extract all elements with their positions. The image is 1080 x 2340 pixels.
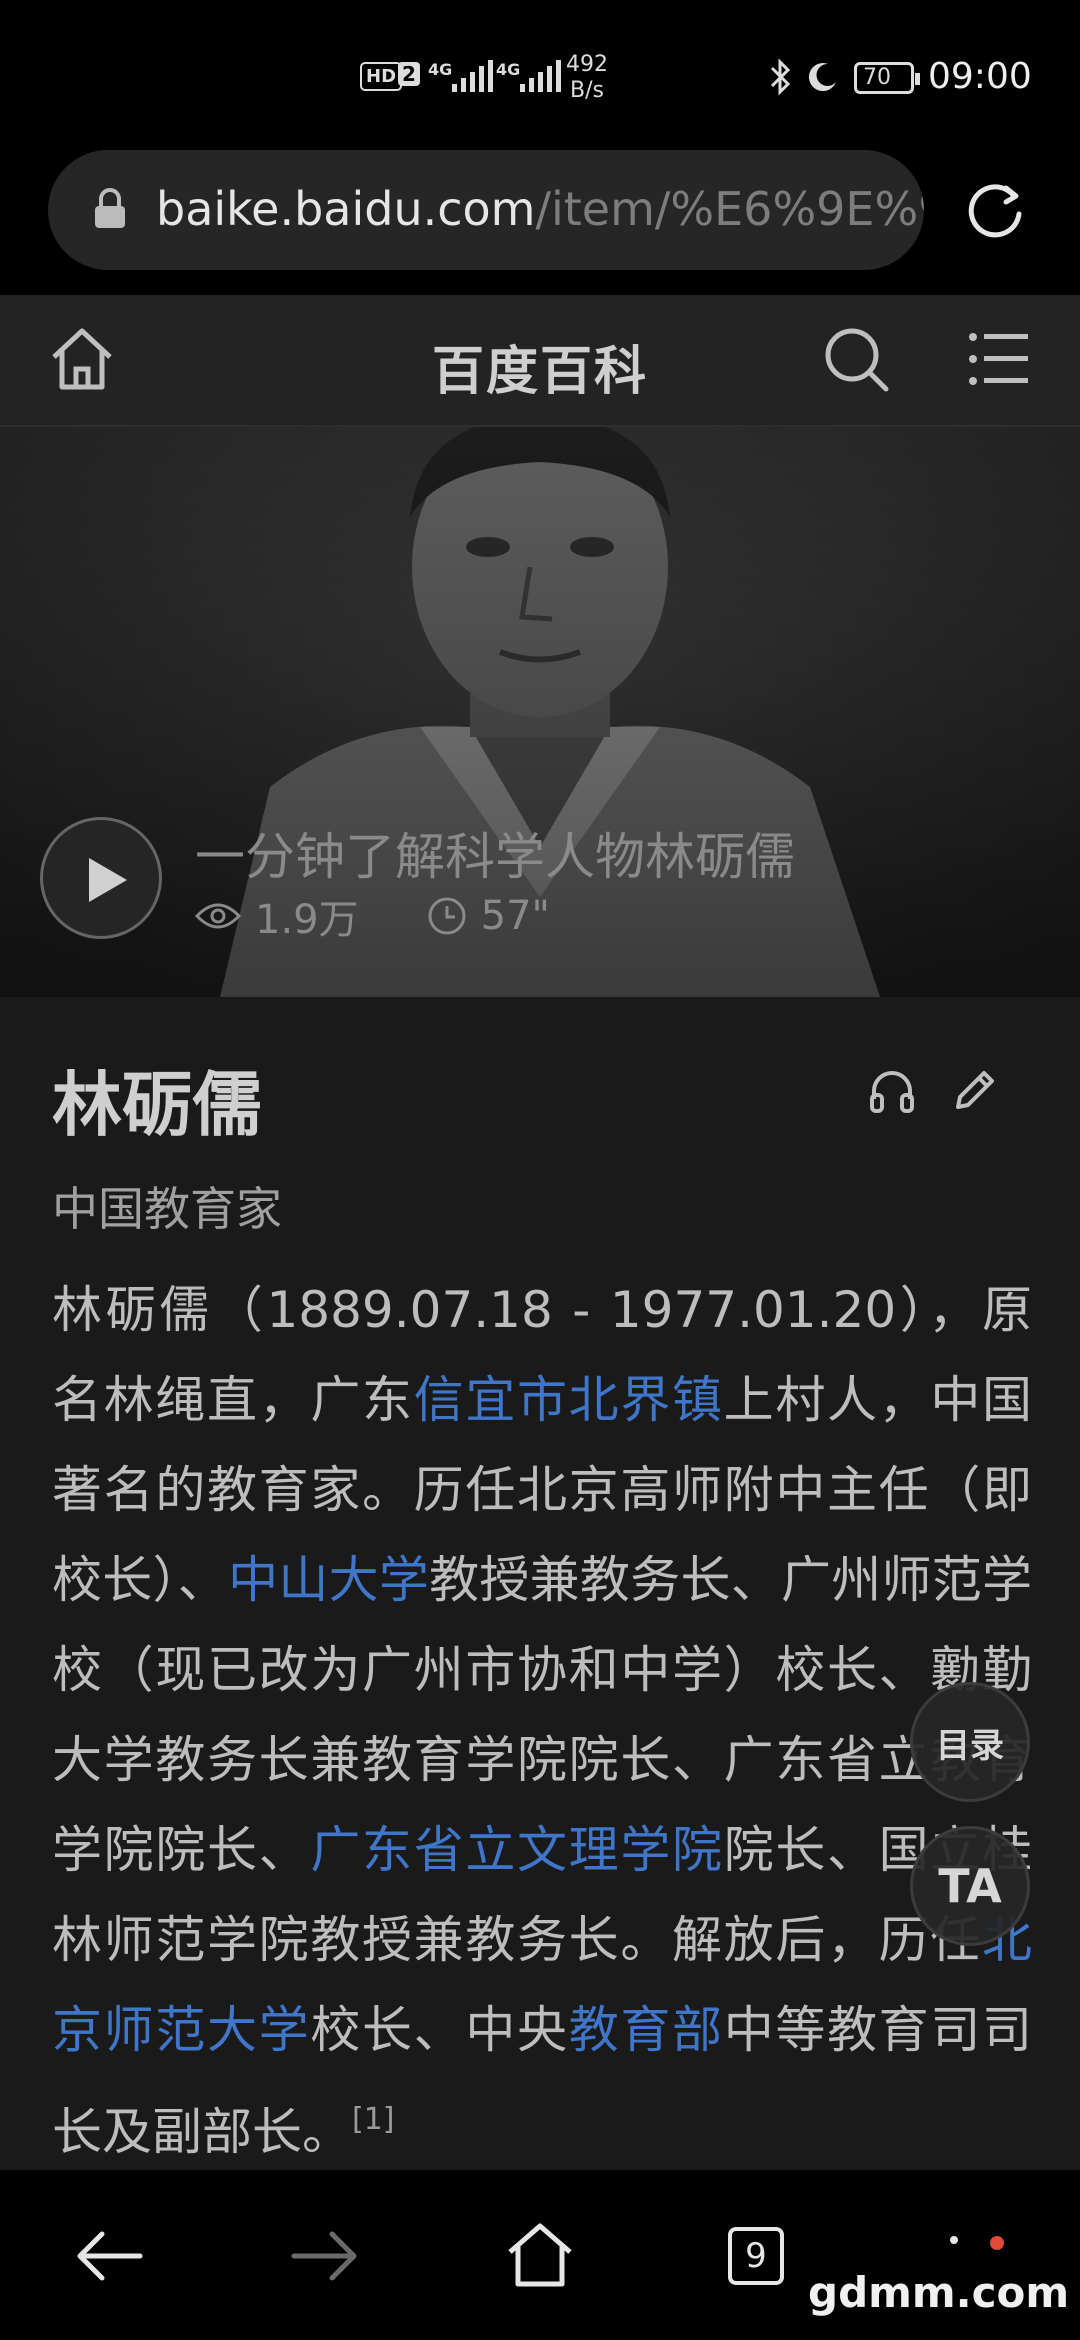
summary-text: 校长、中央 <box>310 2001 569 2059</box>
clock: 09:00 <box>928 56 1032 97</box>
article: 林砺儒 中国教育家 林砺儒（1889.07.18 - 1977.01.20），原… <box>0 997 1080 2170</box>
lock-icon <box>95 188 125 228</box>
video-meta: 1.9万 57" <box>195 887 550 945</box>
bluetooth-icon <box>770 58 791 96</box>
ta-button[interactable]: TA <box>910 1826 1030 1946</box>
moon-icon <box>808 63 836 92</box>
site-title: 百度百科 <box>431 342 648 402</box>
video-title: 一分钟了解科学人物林砺儒 <box>195 828 795 886</box>
hd-badge: HD <box>360 62 403 91</box>
refresh-icon[interactable] <box>962 178 1028 244</box>
play-button[interactable] <box>40 817 162 939</box>
watermark: gdmm.com <box>808 2268 1070 2317</box>
notification-dot <box>990 2236 1004 2250</box>
summary-link[interactable]: 广东省立文理学院 <box>310 1821 723 1879</box>
network-type-1: 4G <box>428 60 453 79</box>
toc-label: 目录 <box>936 1725 1004 1766</box>
summary-link[interactable]: 教育部 <box>569 2001 724 2059</box>
play-icon <box>89 858 127 902</box>
site-header: 百度百科 <box>0 295 1080 427</box>
toc-button[interactable]: 目录 <box>910 1682 1030 1802</box>
url-text: baike.baidu.com/item/%E6%9E%9 <box>156 182 924 236</box>
summary-link[interactable]: 信宜市北界镇 <box>414 1371 724 1429</box>
menu-icon[interactable] <box>968 329 1030 389</box>
url-path: /item/%E6%9E%9 <box>535 182 924 236</box>
sim-badge: 2 <box>398 62 420 86</box>
bottom-navigation: 9 gdmm.com <box>0 2170 1080 2340</box>
back-icon[interactable] <box>74 2226 144 2286</box>
forward-icon[interactable] <box>290 2226 360 2286</box>
ta-label: TA <box>938 1859 1002 1913</box>
tabs-button[interactable]: 9 <box>728 2227 784 2285</box>
summary-link[interactable]: 中山大学 <box>228 1551 429 1609</box>
video-duration: 57" <box>480 893 550 939</box>
address-bar[interactable]: baike.baidu.com/item/%E6%9E%9 <box>48 150 924 270</box>
network-type-2: 4G <box>496 60 521 79</box>
speed-unit: B/s <box>570 78 604 103</box>
search-icon[interactable] <box>822 325 892 395</box>
entry-summary: 林砺儒（1889.07.18 - 1977.01.20），原名林绳直，广东信宜市… <box>52 1265 1032 2170</box>
clock-icon <box>428 897 466 935</box>
video-banner[interactable]: 一分钟了解科学人物林砺儒 1.9万 57" <box>0 427 1080 997</box>
edit-icon[interactable] <box>950 1065 1000 1115</box>
browser-toolbar: baike.baidu.com/item/%E6%9E%9 <box>0 150 1080 295</box>
tab-count: 9 <box>745 2236 767 2276</box>
battery-level: 70 <box>863 65 891 90</box>
network-speed: 492 B/s <box>566 52 608 104</box>
headphones-icon[interactable] <box>868 1067 916 1115</box>
status-bar: HD 2 4G 4G 492 B/s 70 09:00 <box>0 0 1080 150</box>
signal-icon-2 <box>520 60 561 92</box>
eye-icon <box>195 903 241 929</box>
view-count: 1.9万 <box>255 897 359 943</box>
citation-ref[interactable]: [1] <box>352 2102 395 2137</box>
more-dot-icon[interactable] <box>950 2236 958 2244</box>
battery-icon: 70 <box>854 62 920 94</box>
entry-subtitle: 中国教育家 <box>52 1182 282 1236</box>
speed-value: 492 <box>566 52 608 77</box>
url-domain: baike.baidu.com <box>156 182 536 236</box>
home-nav-icon[interactable] <box>506 2222 574 2288</box>
signal-icon-1 <box>452 60 493 92</box>
entry-title: 林砺儒 <box>52 1064 262 1146</box>
